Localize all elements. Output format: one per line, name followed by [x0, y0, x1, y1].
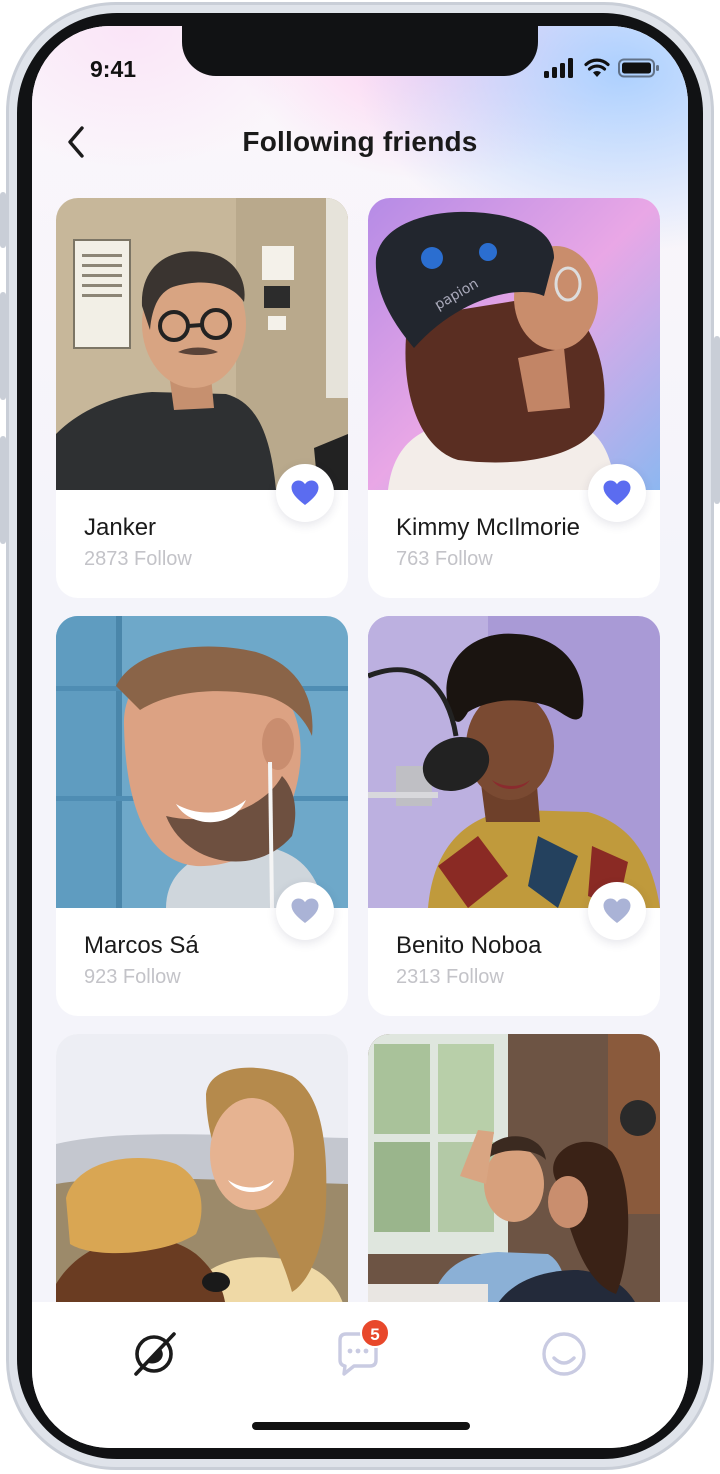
- friend-photo: [368, 616, 660, 908]
- header: Following friends: [32, 122, 688, 166]
- like-button[interactable]: [276, 882, 334, 940]
- like-button[interactable]: [588, 882, 646, 940]
- wifi-icon: [584, 58, 610, 77]
- heart-icon: [603, 898, 631, 923]
- friend-follow-count: 923 Follow: [84, 966, 181, 988]
- friend-follow-count: 2313 Follow: [396, 966, 504, 988]
- heart-icon: [291, 898, 319, 923]
- friend-card[interactable]: papion Kimmy McIlmorie 763 Follow: [368, 198, 660, 598]
- mute-switch: [0, 192, 6, 248]
- volume-up-button: [0, 292, 6, 400]
- status-time: 9:41: [90, 56, 137, 82]
- friend-name: Janker: [84, 514, 157, 541]
- signal-icon: [544, 58, 573, 78]
- friend-photo: [368, 1034, 660, 1326]
- friend-card[interactable]: Marcos Sá 923 Follow: [56, 616, 348, 1016]
- friend-name: Benito Noboa: [396, 932, 542, 959]
- status-icons: [544, 58, 660, 78]
- friend-photo: [56, 616, 348, 908]
- like-button[interactable]: [588, 464, 646, 522]
- message-count-badge: 5: [360, 1318, 390, 1348]
- friend-card[interactable]: Janker 2873 Follow: [56, 198, 348, 598]
- friend-follow-count: 763 Follow: [396, 548, 493, 570]
- battery-icon: [618, 58, 659, 78]
- friend-card[interactable]: Benito Noboa 2313 Follow: [368, 616, 660, 1016]
- heart-icon: [291, 480, 319, 505]
- like-button[interactable]: [276, 464, 334, 522]
- explore-icon: [134, 1332, 176, 1376]
- app-screen: 9:41 Following friends Janker 2873 Follo…: [32, 26, 688, 1448]
- friend-photo: [56, 1034, 348, 1326]
- profile-smile-icon: [542, 1332, 586, 1376]
- heart-icon: [603, 480, 631, 505]
- friend-photo: papion: [368, 198, 660, 490]
- tab-profile[interactable]: [534, 1324, 594, 1384]
- power-button: [714, 336, 720, 504]
- notch: [182, 26, 538, 76]
- friend-name: Kimmy McIlmorie: [396, 514, 580, 541]
- tab-explore[interactable]: [124, 1324, 184, 1384]
- home-indicator[interactable]: [252, 1422, 470, 1430]
- friend-name: Marcos Sá: [84, 932, 199, 959]
- friend-photo: [56, 198, 348, 490]
- page-title: Following friends: [242, 126, 478, 157]
- tab-messages[interactable]: 5: [330, 1318, 390, 1384]
- volume-down-button: [0, 436, 6, 544]
- friend-follow-count: 2873 Follow: [84, 548, 192, 570]
